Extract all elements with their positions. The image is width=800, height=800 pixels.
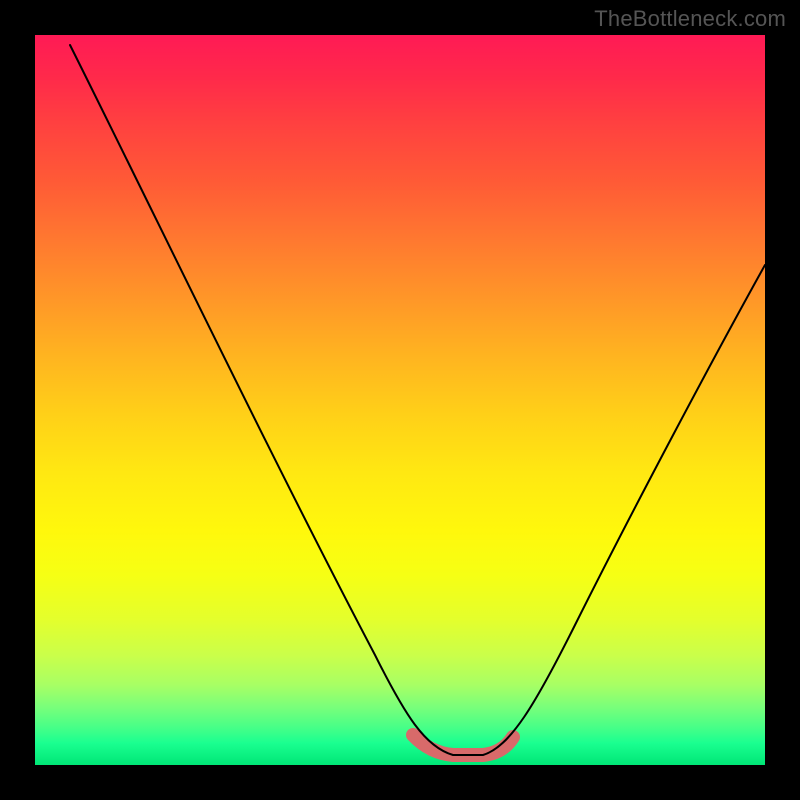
bottleneck-curve [70, 45, 765, 755]
valley-highlight [413, 735, 513, 755]
chart-frame: TheBottleneck.com [0, 0, 800, 800]
attribution-text: TheBottleneck.com [594, 6, 786, 32]
plot-area [35, 35, 765, 765]
plot-svg [35, 35, 765, 765]
